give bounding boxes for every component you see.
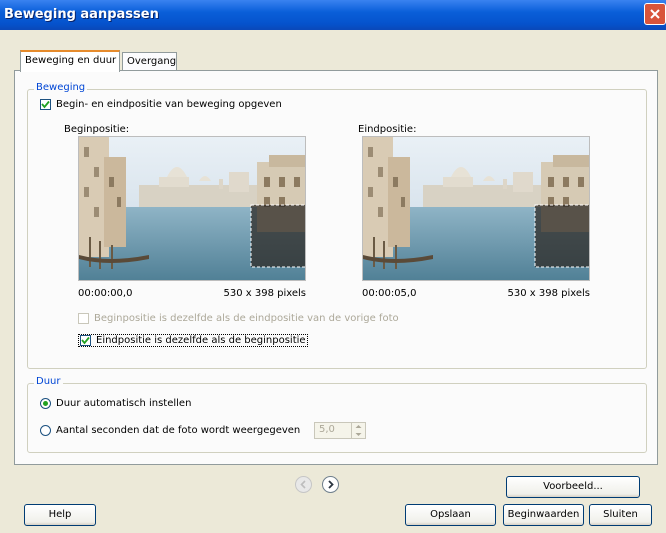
tab-panel: Beweging Begin- en eindpositie van beweg…	[14, 70, 658, 465]
stepper-arrows-icon	[355, 425, 362, 436]
beweging-group: Beweging Begin- en eindpositie van beweg…	[27, 82, 647, 369]
checkbox-box	[78, 313, 89, 324]
button-label: Sluiten	[603, 509, 638, 520]
checkbox-box	[80, 335, 91, 346]
title-bar[interactable]: Beweging aanpassen	[0, 0, 666, 30]
end-size: 530 x 398 pixels	[507, 288, 590, 299]
preview-button[interactable]: Voorbeeld...	[506, 476, 640, 498]
stepper-buttons[interactable]	[351, 423, 365, 438]
next-photo-button[interactable]	[322, 476, 339, 493]
help-button[interactable]: Help	[24, 504, 96, 526]
start-position-preview[interactable]	[78, 136, 306, 281]
record-motion-checkbox[interactable]: Begin- en eindpositie van beweging opgev…	[40, 99, 282, 110]
start-time: 00:00:00,0	[78, 288, 133, 299]
beweging-legend: Beweging	[34, 82, 88, 93]
checkmark-icon	[81, 336, 90, 345]
seconds-stepper[interactable]: 5,0	[314, 422, 366, 439]
duur-legend: Duur	[34, 376, 63, 387]
photo-image	[363, 137, 589, 280]
auto-duration-radio[interactable]: Duur automatisch instellen	[40, 398, 191, 409]
window-title: Beweging aanpassen	[4, 7, 159, 22]
tab-label: Beweging en duur	[25, 55, 117, 66]
start-position-heading: Beginpositie:	[64, 124, 130, 135]
checkbox-box	[40, 99, 51, 110]
selection-region	[251, 205, 305, 267]
radio-button	[40, 398, 51, 409]
same-as-previous-checkbox[interactable]: Beginpositie is dezelfde als de eindposi…	[78, 313, 399, 324]
button-label: Beginwaarden	[507, 509, 580, 520]
tab-beweging-en-duur[interactable]: Beweging en duur	[20, 50, 120, 72]
end-position-heading: Eindpositie:	[358, 124, 417, 135]
button-label: Opslaan	[430, 509, 471, 520]
tab-overgang[interactable]: Overgang	[122, 52, 177, 71]
close-dialog-button[interactable]: Sluiten	[589, 504, 652, 526]
arrow-right-icon	[328, 480, 334, 489]
end-time: 00:00:05,0	[362, 288, 417, 299]
defaults-button[interactable]: Beginwaarden	[503, 504, 584, 526]
close-icon	[650, 9, 660, 19]
tab-label: Overgang	[127, 56, 177, 67]
duur-group: Duur Duur automatisch instellen Aantal s…	[27, 376, 647, 453]
checkmark-icon	[41, 100, 50, 109]
button-label: Help	[48, 509, 72, 520]
radio-button	[40, 425, 51, 436]
radio-label: Aantal seconden dat de foto wordt weerge…	[56, 425, 301, 436]
photo-image	[79, 137, 305, 280]
selection-region	[535, 205, 589, 267]
close-button[interactable]	[644, 3, 666, 25]
end-same-as-start-checkbox[interactable]: Eindpositie is dezelfde als de beginposi…	[78, 334, 308, 347]
checkbox-label: Eindpositie is dezelfde als de beginposi…	[96, 335, 306, 346]
save-button[interactable]: Opslaan	[405, 504, 496, 526]
end-position-preview[interactable]	[362, 136, 590, 281]
dialog-window: Beweging aanpassen Beweging en duur Over…	[0, 0, 666, 533]
checkbox-label: Begin- en eindpositie van beweging opgev…	[56, 99, 282, 110]
button-label: Voorbeeld...	[543, 481, 603, 492]
checkbox-label: Beginpositie is dezelfde als de eindposi…	[94, 313, 399, 324]
arrow-left-icon	[300, 480, 306, 489]
radio-label: Duur automatisch instellen	[56, 398, 192, 409]
seconds-duration-radio[interactable]: Aantal seconden dat de foto wordt weerge…	[40, 425, 300, 436]
previous-photo-button[interactable]	[295, 476, 312, 493]
radio-dot	[43, 401, 48, 406]
seconds-value: 5,0	[319, 424, 335, 435]
start-size: 530 x 398 pixels	[223, 288, 306, 299]
